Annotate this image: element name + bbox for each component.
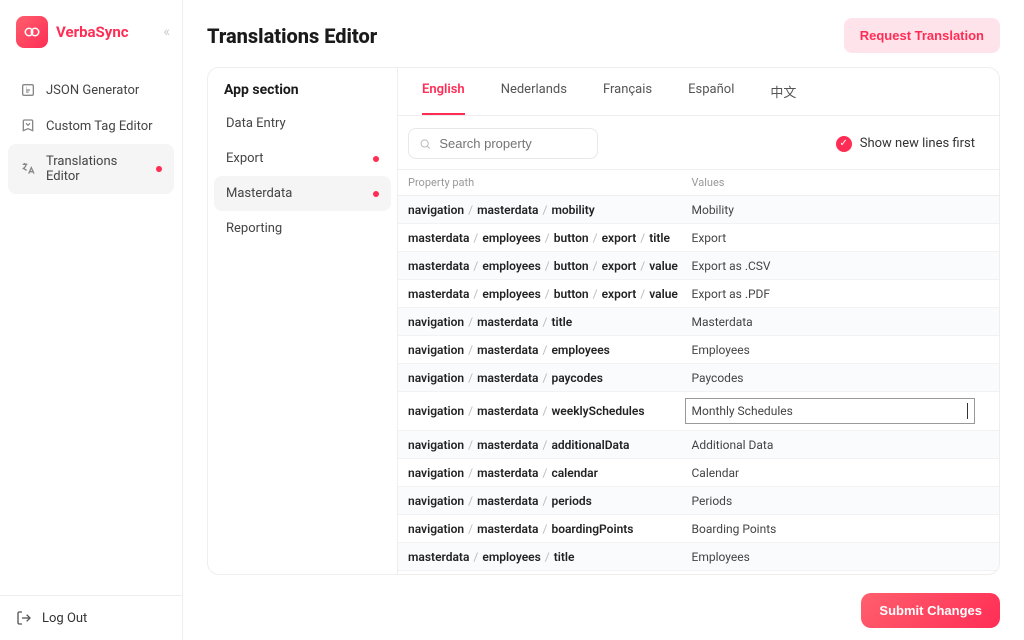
tab-nederlands[interactable]: Nederlands — [501, 68, 567, 115]
tag-icon — [20, 118, 36, 134]
row-value[interactable]: Employees — [692, 343, 976, 357]
search-icon — [419, 137, 431, 151]
table-row[interactable]: masterdata/employees/button/export/title… — [398, 224, 999, 252]
logo-icon — [23, 23, 41, 41]
tab-español[interactable]: Español — [688, 68, 734, 115]
table-row[interactable]: navigation/masterdata/additionalDataAddi… — [398, 431, 999, 459]
row-path: navigation/masterdata/employees — [408, 343, 692, 357]
row-path: navigation/masterdata/title — [408, 315, 692, 329]
row-value[interactable]: Masterdata — [692, 315, 976, 329]
row-value[interactable]: Monthly Schedules — [685, 398, 976, 424]
row-value[interactable]: Employees — [692, 550, 976, 564]
controls-bar: ✓ Show new lines first — [398, 116, 999, 169]
table-row[interactable]: navigation/masterdata/boardingPointsBoar… — [398, 515, 999, 543]
row-value[interactable]: Export — [692, 231, 976, 245]
table-row[interactable]: masterdata/employees/descriptionAll empl… — [398, 571, 999, 574]
notification-dot — [373, 191, 379, 197]
row-path: navigation/masterdata/weeklySchedules — [408, 404, 685, 418]
tab-中文[interactable]: 中文 — [770, 68, 796, 115]
table-row[interactable]: masterdata/employees/titleEmployees — [398, 543, 999, 571]
row-path: navigation/masterdata/paycodes — [408, 371, 692, 385]
table-row[interactable]: navigation/masterdata/paycodesPaycodes — [398, 364, 999, 392]
tab-français[interactable]: Français — [603, 68, 652, 115]
brand-logo — [16, 16, 48, 48]
section-item-label: Data Entry — [226, 116, 286, 131]
row-path: navigation/masterdata/additionalData — [408, 438, 692, 452]
row-value[interactable]: Paycodes — [692, 371, 976, 385]
primary-nav: JSON Generator Custom Tag Editor Translati… — [0, 64, 182, 595]
section-item-masterdata[interactable]: Masterdata — [214, 176, 391, 211]
section-column-title: App section — [214, 82, 391, 106]
brand-name: VerbaSync — [56, 23, 129, 41]
toggle-label: Show new lines first — [860, 136, 975, 151]
row-value[interactable]: Mobility — [692, 203, 976, 217]
section-item-label: Export — [226, 151, 264, 166]
table-row[interactable]: navigation/masterdata/weeklySchedulesMon… — [398, 392, 999, 431]
logout-label: Log Out — [42, 611, 87, 626]
json-icon — [20, 82, 36, 98]
table-row[interactable]: navigation/masterdata/mobilityMobility — [398, 196, 999, 224]
sidebar: VerbaSync « JSON Generator Custom Tag Edi… — [0, 0, 183, 640]
section-item-reporting[interactable]: Reporting — [214, 211, 391, 246]
collapse-sidebar-button[interactable]: « — [163, 24, 170, 40]
table-header: Property path Values — [398, 169, 999, 196]
section-list: Data Entry Export Masterdata Reporting — [214, 106, 391, 246]
row-path: navigation/masterdata/calendar — [408, 466, 692, 480]
row-path: navigation/masterdata/periods — [408, 494, 692, 508]
logout-icon — [16, 610, 32, 626]
nav-item-json-generator[interactable]: JSON Generator — [8, 72, 174, 108]
section-column: App section Data Entry Export Masterdata Re… — [208, 68, 398, 574]
row-value[interactable]: Export as .CSV — [692, 259, 976, 273]
column-header-values: Values — [692, 176, 976, 189]
table-row[interactable]: navigation/masterdata/calendarCalendar — [398, 459, 999, 487]
notification-dot — [156, 166, 162, 172]
row-value[interactable]: Calendar — [692, 466, 976, 480]
header: Translations Editor Request Translation — [207, 18, 1000, 53]
table-row[interactable]: navigation/masterdata/titleMasterdata — [398, 308, 999, 336]
row-value[interactable]: Periods — [692, 494, 976, 508]
search-input[interactable] — [439, 136, 587, 151]
row-path: navigation/masterdata/boardingPoints — [408, 522, 692, 536]
section-item-export[interactable]: Export — [214, 141, 391, 176]
column-header-path: Property path — [408, 176, 692, 189]
row-path: masterdata/employees/title — [408, 550, 692, 564]
checkmark-icon: ✓ — [836, 136, 852, 152]
nav-item-label: JSON Generator — [46, 83, 139, 98]
request-translation-button[interactable]: Request Translation — [844, 18, 1000, 53]
section-item-label: Reporting — [226, 221, 282, 236]
table-row[interactable]: masterdata/employees/button/export/value… — [398, 280, 999, 308]
editor-panel: App section Data Entry Export Masterdata Re… — [207, 67, 1000, 575]
table-row[interactable]: navigation/masterdata/periodsPeriods — [398, 487, 999, 515]
page-title: Translations Editor — [207, 24, 377, 48]
section-item-data-entry[interactable]: Data Entry — [214, 106, 391, 141]
show-new-lines-toggle[interactable]: ✓ Show new lines first — [836, 136, 975, 152]
nav-item-label: Custom Tag Editor — [46, 119, 153, 134]
row-path: masterdata/employees/button/export/value — [408, 287, 692, 301]
section-item-label: Masterdata — [226, 186, 292, 201]
row-value[interactable]: Boarding Points — [692, 522, 976, 536]
row-path: masterdata/employees/button/export/title — [408, 231, 692, 245]
row-value[interactable]: Export as .PDF — [692, 287, 976, 301]
language-tabs: English Nederlands Français Español 中文 — [398, 68, 999, 116]
notification-dot — [373, 156, 379, 162]
content-column: English Nederlands Français Español 中文 ✓ Sho… — [398, 68, 999, 574]
table-row[interactable]: masterdata/employees/button/export/value… — [398, 252, 999, 280]
tab-english[interactable]: English — [422, 68, 465, 115]
row-value[interactable]: Additional Data — [692, 438, 976, 452]
translations-table[interactable]: navigation/masterdata/mobilityMobilityma… — [398, 196, 999, 574]
nav-item-custom-tag-editor[interactable]: Custom Tag Editor — [8, 108, 174, 144]
translate-icon — [20, 161, 36, 177]
main: Translations Editor Request Translation … — [183, 0, 1024, 640]
table-row[interactable]: navigation/masterdata/employeesEmployees — [398, 336, 999, 364]
brand: VerbaSync « — [0, 0, 182, 64]
submit-changes-button[interactable]: Submit Changes — [861, 593, 1000, 628]
nav-item-label: Translations Editor — [46, 154, 146, 184]
logout-button[interactable]: Log Out — [0, 595, 182, 640]
row-path: masterdata/employees/button/export/value — [408, 259, 692, 273]
search-input-wrapper[interactable] — [408, 128, 598, 159]
nav-item-translations-editor[interactable]: Translations Editor — [8, 144, 174, 194]
footer-actions: Submit Changes — [207, 587, 1000, 640]
row-path: navigation/masterdata/mobility — [408, 203, 692, 217]
